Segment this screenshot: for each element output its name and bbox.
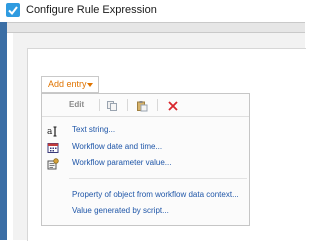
menu-item-script-value[interactable]: Value generated by script... <box>42 204 249 219</box>
toolbar-separator <box>127 99 128 111</box>
window-frame-top <box>7 22 305 33</box>
menu-item-label: Value generated by script... <box>72 206 169 215</box>
window-frame-left <box>0 22 7 240</box>
paste-icon[interactable] <box>136 99 148 112</box>
svg-text:a: a <box>47 127 53 137</box>
add-entry-menu: Edit a Text string... Workflow date and … <box>41 93 250 226</box>
add-entry-button[interactable]: Add entry <box>41 76 99 93</box>
app-icon <box>6 3 20 17</box>
delete-icon[interactable] <box>167 99 179 111</box>
toolbar-separator <box>157 99 158 111</box>
text-string-icon: a <box>47 124 59 137</box>
edit-button[interactable]: Edit <box>69 100 84 110</box>
menu-item-workflow-parameter[interactable]: Workflow parameter value... <box>42 156 249 171</box>
calendar-icon <box>47 141 59 153</box>
menu-item-label: Workflow parameter value... <box>72 158 172 167</box>
window-title: Configure Rule Expression <box>26 4 157 16</box>
menu-item-workflow-date[interactable]: Workflow date and time... <box>42 140 249 155</box>
copy-icon[interactable] <box>106 99 118 111</box>
menu-item-label: Workflow date and time... <box>72 142 163 151</box>
add-entry-label: Add entry <box>48 79 87 89</box>
menu-toolbar: Edit <box>42 94 249 117</box>
menu-item-text-string[interactable]: a Text string... <box>42 123 249 138</box>
toolbar-separator <box>99 99 100 111</box>
menu-item-object-property[interactable]: Property of object from workflow data co… <box>42 188 249 203</box>
chevron-down-icon <box>87 83 93 87</box>
parameter-icon <box>47 157 59 170</box>
menu-item-label: Property of object from workflow data co… <box>72 190 239 199</box>
menu-divider <box>69 178 247 179</box>
menu-item-label: Text string... <box>72 125 116 134</box>
title-bar: Configure Rule Expression <box>0 0 305 22</box>
